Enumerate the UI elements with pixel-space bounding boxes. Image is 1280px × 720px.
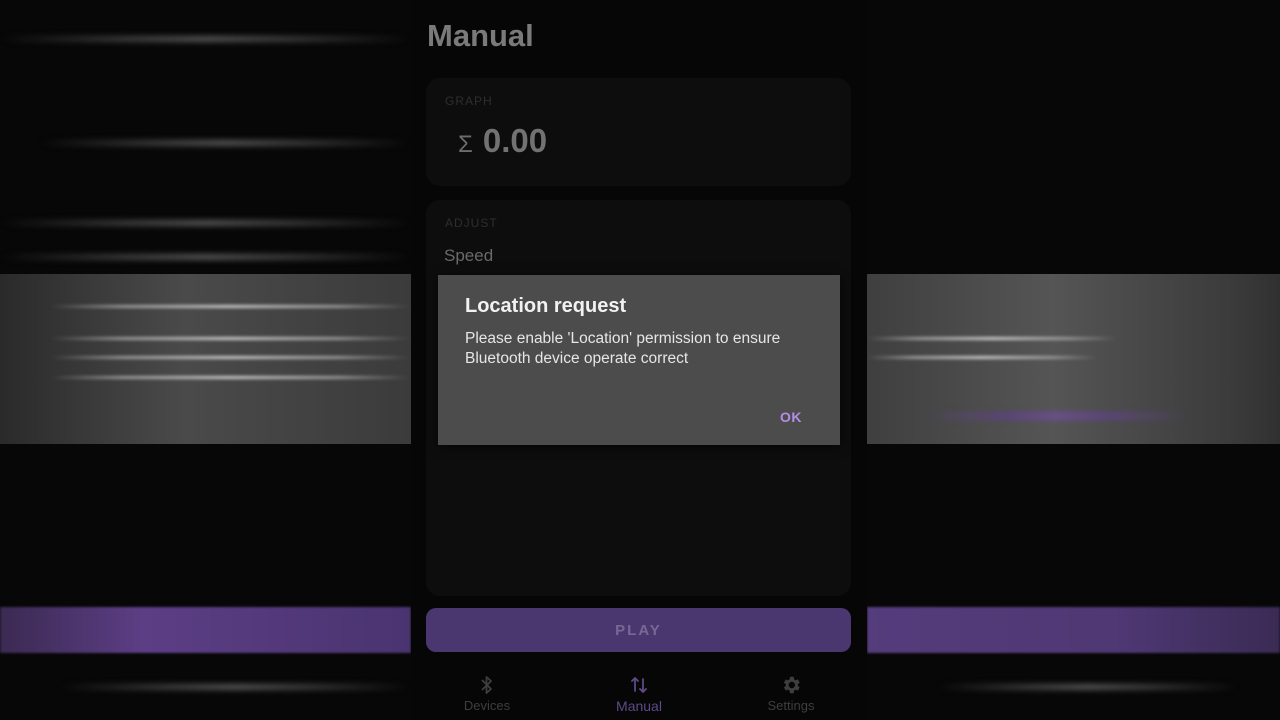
blur-streak xyxy=(60,684,410,690)
blur-streak xyxy=(937,684,1237,690)
blur-streak xyxy=(50,305,410,308)
blur-streak xyxy=(0,36,410,42)
blur-streak xyxy=(867,356,1097,359)
blur-purple-band xyxy=(0,607,411,653)
blur-streak xyxy=(50,337,410,340)
dialog-title: Location request xyxy=(465,295,627,317)
blur-band xyxy=(0,274,411,444)
blur-streak xyxy=(50,376,410,379)
blur-streak xyxy=(50,356,410,359)
blur-streak xyxy=(0,220,410,226)
blur-streak xyxy=(0,254,410,260)
blur-streak xyxy=(40,140,410,146)
blurred-background-right xyxy=(867,0,1280,720)
blur-streak xyxy=(867,337,1117,340)
blur-streak-purple xyxy=(927,412,1187,420)
ok-button[interactable]: OK xyxy=(768,401,814,433)
blurred-background-left xyxy=(0,0,411,720)
location-request-dialog: Location request Please enable 'Location… xyxy=(438,275,840,445)
blur-purple-band xyxy=(867,607,1280,653)
dialog-message: Please enable 'Location' permission to e… xyxy=(465,330,781,367)
